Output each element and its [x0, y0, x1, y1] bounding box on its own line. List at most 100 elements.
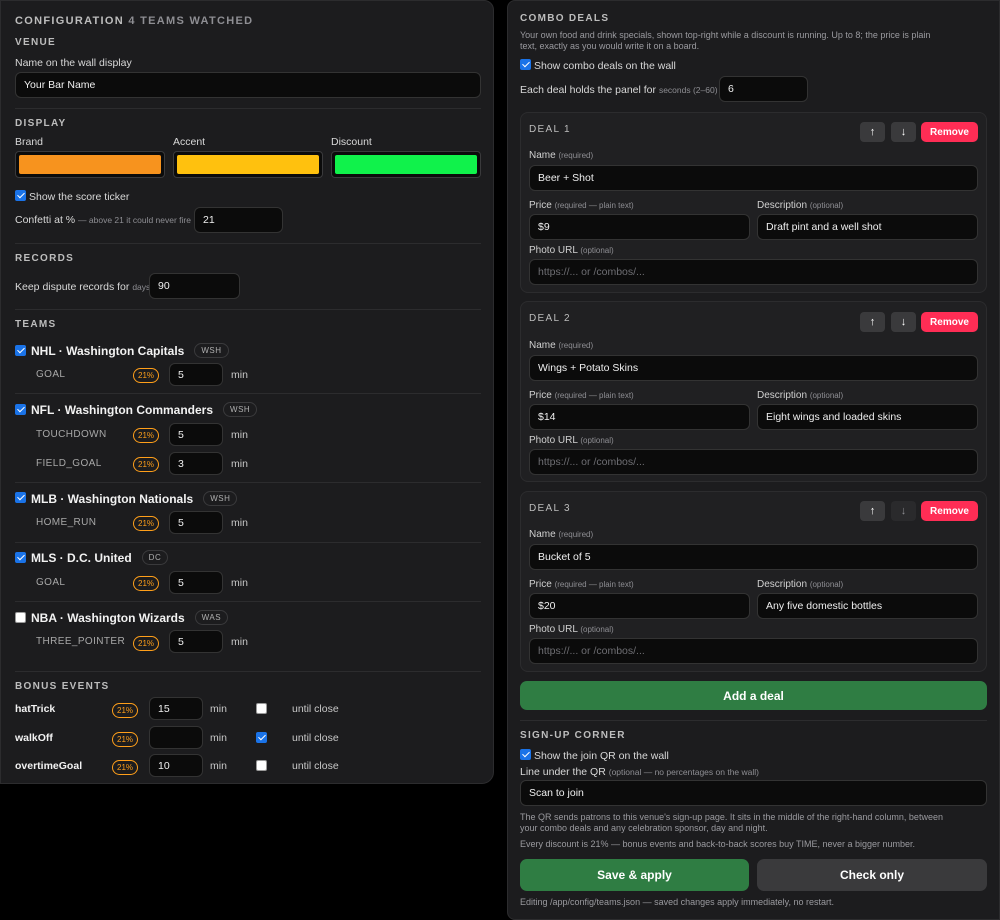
label-text: Photo URL [529, 624, 578, 635]
teams-watched-count: 4 TEAMS WATCHED [128, 15, 254, 27]
combo-deals-panel: COMBO DEALS Your own food and drink spec… [507, 0, 1000, 920]
arrow-up-icon: ↑ [869, 316, 876, 328]
event-minutes-input[interactable]: 5 [169, 630, 223, 653]
discount-color-picker[interactable] [331, 151, 481, 178]
records-section-title: RECORDS [15, 253, 75, 264]
move-down-button[interactable]: ↓ [891, 312, 916, 332]
qr-line-input[interactable]: Scan to join [520, 780, 987, 806]
deal-description-input[interactable]: Any five domestic bottles [757, 593, 978, 619]
show-combo-label: Show combo deals on the wall [534, 60, 676, 72]
hold-seconds-input[interactable]: 6 [719, 76, 808, 102]
confetti-label-group: Confetti at % — above 21 it could never … [15, 214, 191, 226]
team-mls-checkbox[interactable] [15, 552, 26, 563]
until-close-checkbox[interactable] [256, 760, 267, 771]
bonus-minutes-input[interactable] [149, 726, 203, 749]
footer-status: Editing /app/config/teams.json — saved c… [520, 897, 834, 907]
event-minutes-input[interactable]: 5 [169, 571, 223, 594]
deal-photo-url-input[interactable]: https://... or /combos/... [529, 259, 978, 285]
label-text: Photo URL [529, 435, 578, 446]
discount-pct-badge: 21% [112, 732, 139, 747]
deal-price-input[interactable]: $20 [529, 593, 750, 619]
discount-label: Discount [331, 136, 372, 148]
team-name: MLB · Washington Nationals [31, 491, 194, 506]
remove-deal-button[interactable]: Remove [921, 312, 978, 332]
photo-field-label: Photo URL (optional) [529, 624, 614, 635]
until-close-label: until close [292, 732, 339, 744]
event-minutes-input[interactable]: 3 [169, 452, 223, 475]
until-close-checkbox[interactable] [256, 703, 267, 714]
save-apply-button[interactable]: Save & apply [520, 859, 749, 891]
deal-description-input[interactable]: Eight wings and loaded skins [757, 404, 978, 430]
team-nfl-header: NFL · Washington Commanders WSH [31, 402, 258, 417]
team-nfl-checkbox[interactable] [15, 404, 26, 415]
venue-name-label: Name on the wall display [15, 57, 132, 69]
combo-section-title: COMBO DEALS [520, 13, 610, 24]
event-name: GOAL [36, 577, 66, 588]
until-close-checkbox[interactable] [256, 732, 267, 743]
accent-label: Accent [173, 136, 206, 148]
team-nba-header: NBA · Washington Wizards WAS [31, 610, 229, 625]
accent-color-picker[interactable] [173, 151, 323, 178]
team-nba-checkbox[interactable] [15, 612, 26, 623]
keep-records-input[interactable]: 90 [149, 273, 240, 299]
description-field-label: Description (optional) [757, 390, 843, 401]
team-nhl-checkbox[interactable] [15, 345, 26, 356]
team-name: NBA · Washington Wizards [31, 610, 185, 625]
deal-name-input[interactable]: Beer + Shot [529, 165, 978, 191]
score-ticker-checkbox[interactable] [15, 190, 26, 201]
deal-name-input[interactable]: Wings + Potato Skins [529, 355, 978, 381]
brand-color-picker[interactable] [15, 151, 165, 178]
check-only-button[interactable]: Check only [757, 859, 987, 891]
divider [15, 393, 481, 394]
divider [520, 720, 987, 721]
discount-pct-badge: 21% [112, 760, 139, 775]
label-hint: (required — plain text) [554, 580, 634, 589]
deal-price-input[interactable]: $9 [529, 214, 750, 240]
config-heading: CONFIGURATION 4 TEAMS WATCHED [15, 15, 253, 27]
label-text: Price [529, 579, 552, 590]
divider [15, 482, 481, 483]
move-up-button[interactable]: ↑ [860, 501, 885, 521]
event-name: THREE_POINTER [36, 636, 126, 647]
deal-price-input[interactable]: $14 [529, 404, 750, 430]
move-up-button[interactable]: ↑ [860, 312, 885, 332]
remove-deal-button[interactable]: Remove [921, 122, 978, 142]
minutes-unit: min [210, 760, 227, 772]
keep-records-label: Keep dispute records for [15, 281, 130, 293]
move-down-button[interactable]: ↓ [891, 501, 916, 521]
deal-description-input[interactable]: Draft pint and a well shot [757, 214, 978, 240]
label-hint: (optional) [809, 201, 844, 210]
label-hint: (required — plain text) [554, 201, 634, 210]
deal-name-input[interactable]: Bucket of 5 [529, 544, 978, 570]
show-qr-checkbox[interactable] [520, 749, 531, 760]
event-minutes-input[interactable]: 5 [169, 423, 223, 446]
team-mlb-checkbox[interactable] [15, 492, 26, 503]
discount-color-swatch [335, 155, 477, 174]
confetti-input[interactable]: 21 [194, 207, 283, 233]
deal-photo-url-input[interactable]: https://... or /combos/... [529, 638, 978, 664]
label-hint: (required — plain text) [554, 391, 634, 400]
move-up-button[interactable]: ↑ [860, 122, 885, 142]
add-deal-button[interactable]: Add a deal [520, 681, 987, 710]
arrow-up-icon: ↑ [869, 126, 876, 138]
minutes-unit: min [231, 429, 248, 441]
event-minutes-input[interactable]: 5 [169, 363, 223, 386]
bonus-minutes-input[interactable]: 10 [149, 754, 203, 777]
move-down-button[interactable]: ↓ [891, 122, 916, 142]
price-field-label: Price (required — plain text) [529, 200, 634, 211]
deal-photo-url-input[interactable]: https://... or /combos/... [529, 449, 978, 475]
event-minutes-input[interactable]: 5 [169, 511, 223, 534]
team-abbr-badge: DC [141, 550, 169, 565]
venue-name-input[interactable]: Your Bar Name [15, 72, 481, 98]
remove-deal-button[interactable]: Remove [921, 501, 978, 521]
bonus-minutes-input[interactable]: 15 [149, 697, 203, 720]
deal-title: DEAL 1 [529, 124, 571, 135]
qr-line-label-group: Line under the QR (optional — no percent… [520, 766, 759, 778]
label-hint: (optional) [809, 580, 844, 589]
show-qr-label: Show the join QR on the wall [534, 750, 669, 762]
bonus-event-name: hatTrick [15, 703, 56, 715]
label-text: Description [757, 579, 808, 590]
signup-info-line1: The QR sends patrons to this venue's sig… [520, 812, 943, 822]
keep-records-unit: days [132, 282, 151, 292]
show-combo-checkbox[interactable] [520, 59, 531, 70]
